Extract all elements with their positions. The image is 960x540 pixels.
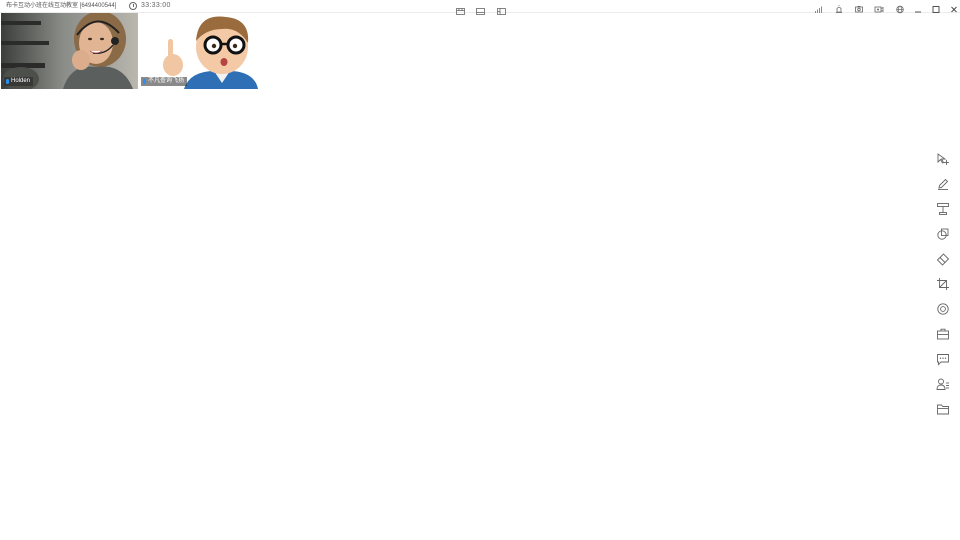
microphone-icon: [6, 79, 9, 84]
layout-grid-icon[interactable]: [456, 2, 465, 15]
window-title: 布卡互动小班在线互动教室 [6494400544]: [6, 3, 117, 9]
crop-tool-icon[interactable]: [934, 275, 952, 293]
folder-icon[interactable]: [934, 400, 952, 418]
maximize-icon[interactable]: [931, 1, 941, 13]
layout-bottom-strip-icon[interactable]: [476, 2, 485, 15]
text-tool-icon[interactable]: [934, 200, 952, 218]
camera-icon[interactable]: [854, 1, 864, 13]
toolbox-icon[interactable]: [934, 325, 952, 343]
title-bar: 布卡互动小班在线互动教室 [6494400544] 33:33:00: [0, 0, 960, 15]
video-tile-student[interactable]: 不凡查询飞扬: [138, 13, 262, 89]
participant-name-tag: Holden: [4, 77, 34, 86]
video-tile-teacher[interactable]: Holden: [1, 13, 138, 89]
close-icon[interactable]: [949, 1, 959, 13]
eraser-tool-icon[interactable]: [934, 250, 952, 268]
layout-side-strip-icon[interactable]: [497, 2, 506, 15]
timer-value: 33:33:00: [141, 2, 171, 9]
signal-strength-icon: [814, 1, 824, 13]
microphone-icon: [143, 79, 146, 84]
participant-name: Holden: [11, 78, 31, 84]
alarm-icon[interactable]: [834, 1, 844, 13]
record-icon[interactable]: [874, 1, 884, 13]
globe-icon[interactable]: [895, 1, 905, 14]
participant-name-tag: 不凡查询飞扬: [141, 77, 188, 86]
pen-tool-icon[interactable]: [934, 175, 952, 193]
shape-tool-icon[interactable]: [934, 225, 952, 243]
select-move-tool-icon[interactable]: [934, 150, 952, 168]
chat-icon[interactable]: [934, 350, 952, 368]
minimize-icon[interactable]: [913, 1, 923, 13]
target-tool-icon[interactable]: [934, 300, 952, 318]
participant-name: 不凡查询飞扬: [148, 78, 185, 84]
clock-icon: [129, 2, 137, 10]
user-list-icon[interactable]: [934, 375, 952, 393]
class-timer: 33:33:00: [129, 1, 171, 11]
